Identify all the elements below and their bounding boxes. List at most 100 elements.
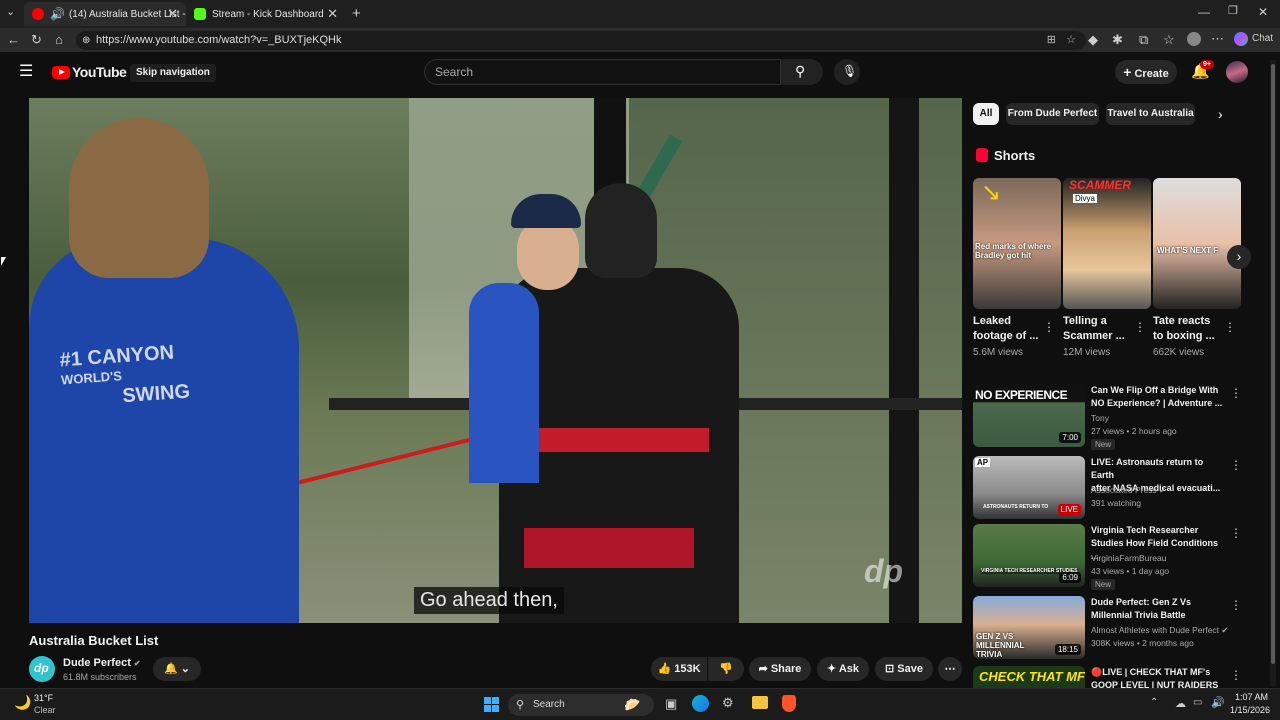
puzzle-icon[interactable]: ✱: [1112, 33, 1123, 46]
rec-channel[interactable]: VirginiaFarmBureau: [1091, 552, 1166, 565]
hamburger-menu-icon[interactable]: ☰: [19, 64, 33, 80]
channel-name[interactable]: Dude Perfect ✔: [63, 657, 141, 669]
extension-icon[interactable]: ◆: [1088, 33, 1098, 46]
clock-date[interactable]: 1/15/2026: [1226, 705, 1270, 715]
rec-thumb[interactable]: NO EXPERIENCE 7:00: [973, 384, 1085, 447]
weather-temp[interactable]: 31°F: [34, 693, 53, 703]
rec-channel[interactable]: Almost Athletes with Dude Perfect ✔: [1091, 624, 1229, 637]
bell-icon: 🔔: [164, 663, 178, 675]
settings-gear-icon[interactable]: ⚙: [722, 695, 734, 711]
duration-badge: 18:15: [1054, 644, 1081, 655]
rec-menu-icon[interactable]: ⋮: [1230, 458, 1242, 472]
account-avatar[interactable]: [1226, 61, 1248, 83]
dislike-button[interactable]: 👎: [708, 657, 744, 681]
short-thumb-1[interactable]: ↘ Red marks of where Bradley got hit: [973, 178, 1061, 309]
edge-browser-icon[interactable]: [692, 695, 709, 712]
create-button[interactable]: + Create: [1115, 60, 1177, 84]
rec-title[interactable]: 🔴LIVE | CHECK THAT MF's GOOP LEVEL | NUT …: [1091, 666, 1227, 688]
subscribed-button[interactable]: 🔔 ⌄: [153, 657, 201, 681]
ask-button[interactable]: ✦ Ask: [817, 657, 869, 681]
profile-icon[interactable]: [1187, 32, 1201, 46]
like-button[interactable]: 👍 153K: [651, 657, 707, 681]
tab-close-icon[interactable]: ✕: [167, 6, 178, 22]
rec-channel[interactable]: Tony: [1091, 412, 1109, 425]
rec-channel[interactable]: Associated Press ✔: [1091, 484, 1166, 497]
rec-title[interactable]: Can We Flip Off a Bridge With NO Experien…: [1091, 384, 1227, 410]
search-input[interactable]: Search: [424, 59, 781, 85]
short-thumb-2[interactable]: SCAMMER Divya: [1063, 178, 1151, 309]
windows-start-icon[interactable]: [484, 697, 500, 713]
rec-thumb[interactable]: CHECK THAT MF: [973, 666, 1085, 688]
channel-avatar[interactable]: dp: [29, 656, 55, 682]
rec-thumb[interactable]: VIRGINIA TECH RESEARCHER STUDIES 6:09: [973, 524, 1085, 587]
rec-menu-icon[interactable]: ⋮: [1230, 668, 1242, 682]
chip-from-dude-perfect[interactable]: From Dude Perfect: [1006, 103, 1099, 125]
ask-label: Ask: [838, 663, 860, 675]
rec-thumb[interactable]: GEN Z VS MILLENNIAL TRIVIA 18:15: [973, 596, 1085, 659]
verified-icon: ✔: [133, 659, 141, 668]
share-button[interactable]: ➦ Share: [749, 657, 811, 681]
short-menu-icon[interactable]: ⋮: [1224, 320, 1236, 334]
volume-icon[interactable]: 🔊: [1211, 696, 1225, 709]
favorite-star-icon[interactable]: ☆: [1066, 31, 1076, 50]
clock-time[interactable]: 1:07 AM: [1232, 692, 1268, 702]
taskbar-search[interactable]: ⚲ Search 🥟: [508, 694, 654, 716]
chat-label[interactable]: Chat: [1252, 34, 1273, 44]
skip-navigation-button[interactable]: Skip navigation: [130, 64, 216, 82]
favorites-icon[interactable]: ☆: [1163, 33, 1175, 46]
back-icon[interactable]: ←: [7, 33, 20, 46]
restore-icon[interactable]: ❐: [1228, 6, 1238, 17]
windows-taskbar: 🌙 31°F Clear ⚲ Search 🥟 ▣ ⚙ ⌃ ☁ ▭ 🔊 1:07…: [0, 688, 1280, 720]
monitor-icon[interactable]: ▭: [1193, 697, 1202, 708]
tab-list-chevron-icon[interactable]: ⌄: [6, 7, 15, 18]
onedrive-icon[interactable]: ☁: [1175, 697, 1186, 710]
voice-search-button[interactable]: 🎙: [834, 59, 860, 85]
url-field[interactable]: ⊕ https://www.youtube.com/watch?v=_BUXTj…: [76, 31, 1086, 50]
tab-kick[interactable]: Stream - Kick Dashboard ✕: [186, 2, 346, 26]
copilot-icon[interactable]: [1234, 32, 1248, 46]
tray-chevron-icon[interactable]: ⌃: [1150, 697, 1158, 708]
short-title-1[interactable]: Leaked footage of ...: [973, 314, 1043, 344]
rec-menu-icon[interactable]: ⋮: [1230, 386, 1242, 400]
short-thumb-3[interactable]: WHAT'S NEXT F: [1153, 178, 1241, 309]
home-icon[interactable]: ⌂: [55, 33, 63, 46]
weather-icon[interactable]: 🌙: [14, 694, 31, 711]
site-info-icon[interactable]: ⊕: [82, 31, 90, 50]
brave-browser-icon[interactable]: [782, 695, 796, 712]
split-screen-icon[interactable]: ⧉: [1139, 33, 1148, 46]
shorts-next-icon[interactable]: ›: [1227, 245, 1251, 269]
more-actions-button[interactable]: ⋯: [938, 657, 962, 681]
chip-all[interactable]: All: [973, 103, 999, 125]
bookmark-icon: ⊡: [885, 663, 895, 675]
app-install-icon[interactable]: ⊞: [1047, 31, 1056, 50]
short-title-3[interactable]: Tate reacts to boxing ...: [1153, 314, 1223, 344]
short-menu-icon[interactable]: ⋮: [1134, 320, 1146, 334]
youtube-logo-text[interactable]: YouTube: [72, 64, 127, 80]
rec-thumb[interactable]: AP ASTRONAUTS RETURN TO LIVE: [973, 456, 1085, 519]
page-scrollbar[interactable]: [1270, 60, 1276, 686]
rec-menu-icon[interactable]: ⋮: [1230, 598, 1242, 612]
thumb-text: GEN Z VS MILLENNIAL TRIVIA: [976, 632, 1025, 659]
rec-menu-icon[interactable]: ⋮: [1230, 526, 1242, 540]
more-menu-icon[interactable]: ⋯: [1211, 32, 1224, 45]
chips-next-chevron-icon[interactable]: ›: [1218, 107, 1223, 121]
tab-youtube[interactable]: 🔊 (14) Australia Bucket List - Yo ✕: [24, 2, 186, 26]
chip-travel-to-australia[interactable]: Travel to Australia: [1106, 103, 1195, 125]
short-title-2[interactable]: Telling a Scammer ...: [1063, 314, 1133, 344]
video-player[interactable]: #1 CANYON WORLD'S SWING dp: [29, 98, 962, 623]
file-explorer-icon[interactable]: [752, 696, 768, 709]
short-menu-icon[interactable]: ⋮: [1043, 320, 1055, 334]
rec-title[interactable]: Dude Perfect: Gen Z Vs Millennial Trivia …: [1091, 596, 1227, 622]
new-tab-icon[interactable]: +: [352, 6, 361, 21]
tab-close-icon[interactable]: ✕: [327, 6, 338, 22]
youtube-logo-icon[interactable]: [52, 66, 70, 79]
save-button[interactable]: ⊡ Save: [875, 657, 933, 681]
task-view-icon[interactable]: ▣: [665, 696, 677, 712]
search-button[interactable]: ⚲: [781, 59, 823, 85]
reload-icon[interactable]: ↻: [31, 33, 42, 46]
scrollbar-thumb[interactable]: [1271, 64, 1275, 664]
close-window-icon[interactable]: ✕: [1258, 6, 1268, 18]
video-caption: Go ahead then,: [414, 587, 564, 614]
youtube-favicon-icon: [32, 8, 44, 20]
minimize-icon[interactable]: —: [1198, 6, 1210, 18]
